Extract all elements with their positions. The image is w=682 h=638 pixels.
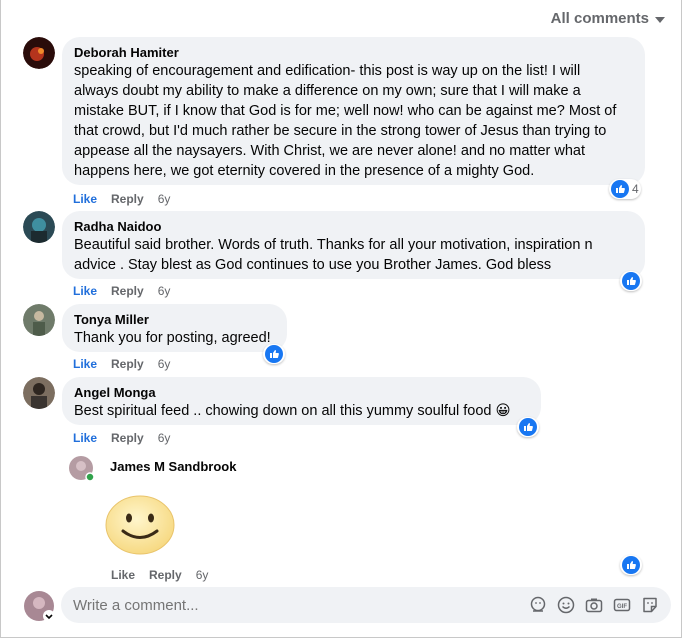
- reply-button[interactable]: Reply: [111, 284, 144, 298]
- reply-button[interactable]: Reply: [111, 192, 144, 206]
- avatar[interactable]: [69, 456, 95, 482]
- comment-bubble: Angel Monga Best spiritual feed .. chowi…: [62, 377, 541, 425]
- composer-tools: GIF: [529, 596, 671, 614]
- timestamp[interactable]: 6y: [196, 568, 209, 582]
- comment-text-line: advice . Stay blest as God continues to …: [74, 257, 552, 273]
- comment-text-line: mistake BUT, if I know that God is for m…: [74, 103, 617, 119]
- thumbs-up-icon: [622, 272, 640, 290]
- thumbs-up-icon: [622, 556, 640, 574]
- thumbs-up-icon: [611, 180, 629, 198]
- sticker-icon[interactable]: [641, 596, 659, 614]
- comment-actions: Like Reply 6y: [73, 431, 170, 445]
- comment-text-line: that crowd, but I'd much rather be secur…: [74, 123, 607, 139]
- comment-author[interactable]: Angel Monga: [74, 385, 529, 401]
- reaction-summary[interactable]: [620, 555, 642, 575]
- thumbs-up-icon: [519, 418, 537, 436]
- comment-author[interactable]: Deborah Hamiter: [74, 45, 633, 61]
- comment-composer: GIF: [61, 587, 671, 623]
- comment-text-line: appease all the naysayers. With Christ, …: [74, 143, 585, 159]
- emoji-icon[interactable]: [557, 596, 575, 614]
- comment-input[interactable]: [73, 596, 529, 614]
- comment-actions: Like Reply 6y: [73, 357, 170, 371]
- composer-avatar[interactable]: [23, 590, 57, 624]
- like-button[interactable]: Like: [73, 431, 97, 445]
- reaction-summary[interactable]: [517, 417, 539, 437]
- chevron-down-icon: [655, 16, 665, 23]
- svg-text:GIF: GIF: [617, 604, 627, 610]
- comment-text-line: happens here, we got eternity covered in…: [74, 163, 535, 179]
- comment-actions: Like Reply 6y: [73, 284, 170, 298]
- comment-author[interactable]: Tonya Miller: [74, 312, 275, 328]
- timestamp[interactable]: 6y: [158, 431, 171, 445]
- smiley-face-sticker: [103, 490, 177, 556]
- comment-bubble: Tonya Miller Thank you for posting, agre…: [62, 304, 287, 352]
- timestamp[interactable]: 6y: [158, 192, 171, 206]
- comment-text-line: Beautiful said brother. Words of truth. …: [74, 237, 593, 253]
- comment-bubble: Radha Naidoo Beautiful said brother. Wor…: [62, 211, 645, 279]
- comment-text-line: always doubt my ability to make a differ…: [74, 83, 581, 99]
- comment-text-line: Best spiritual feed .. chowing down on a…: [74, 403, 511, 419]
- comments-panel: All comments Deborah Hamiter speaking of…: [0, 0, 682, 638]
- comment-text-line: Thank you for posting, agreed!: [74, 330, 271, 346]
- like-button[interactable]: Like: [73, 357, 97, 371]
- reaction-summary[interactable]: [263, 344, 285, 364]
- reaction-summary[interactable]: 4: [609, 179, 641, 199]
- comment-actions: Like Reply 6y: [73, 192, 170, 206]
- timestamp[interactable]: 6y: [158, 284, 171, 298]
- comment-author[interactable]: Radha Naidoo: [74, 219, 633, 235]
- avatar[interactable]: [23, 377, 55, 409]
- avatar[interactable]: [23, 211, 55, 243]
- comment-text-line: speaking of encouragement and edificatio…: [74, 63, 581, 79]
- thumbs-up-icon: [265, 345, 283, 363]
- camera-icon[interactable]: [585, 596, 603, 614]
- reply-button[interactable]: Reply: [111, 357, 144, 371]
- reply-button[interactable]: Reply: [149, 568, 182, 582]
- reply-button[interactable]: Reply: [111, 431, 144, 445]
- comment-filter-dropdown[interactable]: All comments: [551, 10, 665, 27]
- avatar[interactable]: [23, 37, 55, 69]
- filter-label: All comments: [550, 10, 649, 27]
- like-button[interactable]: Like: [73, 192, 97, 206]
- reply-author[interactable]: James M Sandbrook: [110, 459, 236, 475]
- reaction-summary[interactable]: [620, 271, 642, 291]
- comment-bubble: Deborah Hamiter speaking of encouragemen…: [62, 37, 645, 185]
- comment-actions: Like Reply 6y: [111, 568, 208, 582]
- avatar-sticker-icon[interactable]: [529, 596, 547, 614]
- avatar[interactable]: [23, 304, 55, 336]
- like-button[interactable]: Like: [73, 284, 97, 298]
- timestamp[interactable]: 6y: [158, 357, 171, 371]
- like-button[interactable]: Like: [111, 568, 135, 582]
- reaction-count: 4: [632, 182, 639, 196]
- gif-icon[interactable]: GIF: [613, 596, 631, 614]
